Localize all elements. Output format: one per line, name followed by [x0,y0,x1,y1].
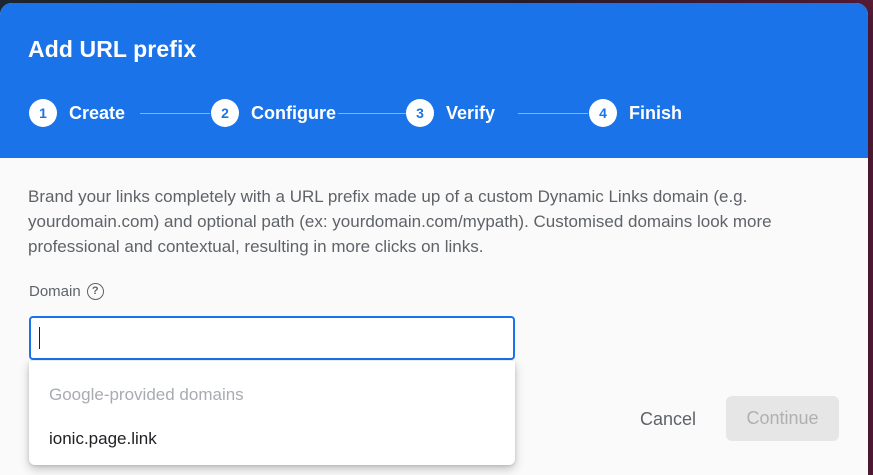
dialog-title: Add URL prefix [28,36,197,62]
step-label: Configure [251,102,336,123]
step-connector [338,113,406,114]
step-connector [518,113,588,114]
stepper: 1 Create 2 Configure 3 Verify 4 Finish [28,97,688,129]
step-create: 1 Create [29,97,125,129]
dropdown-group-header: Google-provided domains [49,385,244,404]
continue-button[interactable]: Continue [726,396,839,441]
dropdown-option-ionic-page-link[interactable]: ionic.page.link [29,419,515,459]
step-number: 1 [29,99,57,127]
description-text: Brand your links completely with a URL p… [28,187,772,256]
domain-suggestions-dropdown: Google-provided domains ionic.page.link [29,361,515,465]
domain-input[interactable] [29,316,515,360]
dialog-header: Add URL prefix 1 Create 2 Configure 3 Ve… [0,3,868,158]
step-number: 4 [589,99,617,127]
step-number: 2 [211,99,239,127]
domain-label-text: Domain [29,283,81,300]
help-circle-icon[interactable]: ? [86,283,104,300]
step-number: 3 [406,99,434,127]
step-label: Finish [629,102,682,123]
text-caret [39,327,40,349]
step-verify: 3 Verify [406,97,495,129]
cancel-button[interactable]: Cancel [622,397,714,441]
step-label: Verify [446,102,496,123]
step-finish: 4 Finish [589,97,682,129]
step-connector [140,113,210,114]
step-configure: 2 Configure [211,97,336,129]
step-label: Create [69,102,126,123]
domain-field-label: Domain ? [29,283,104,300]
